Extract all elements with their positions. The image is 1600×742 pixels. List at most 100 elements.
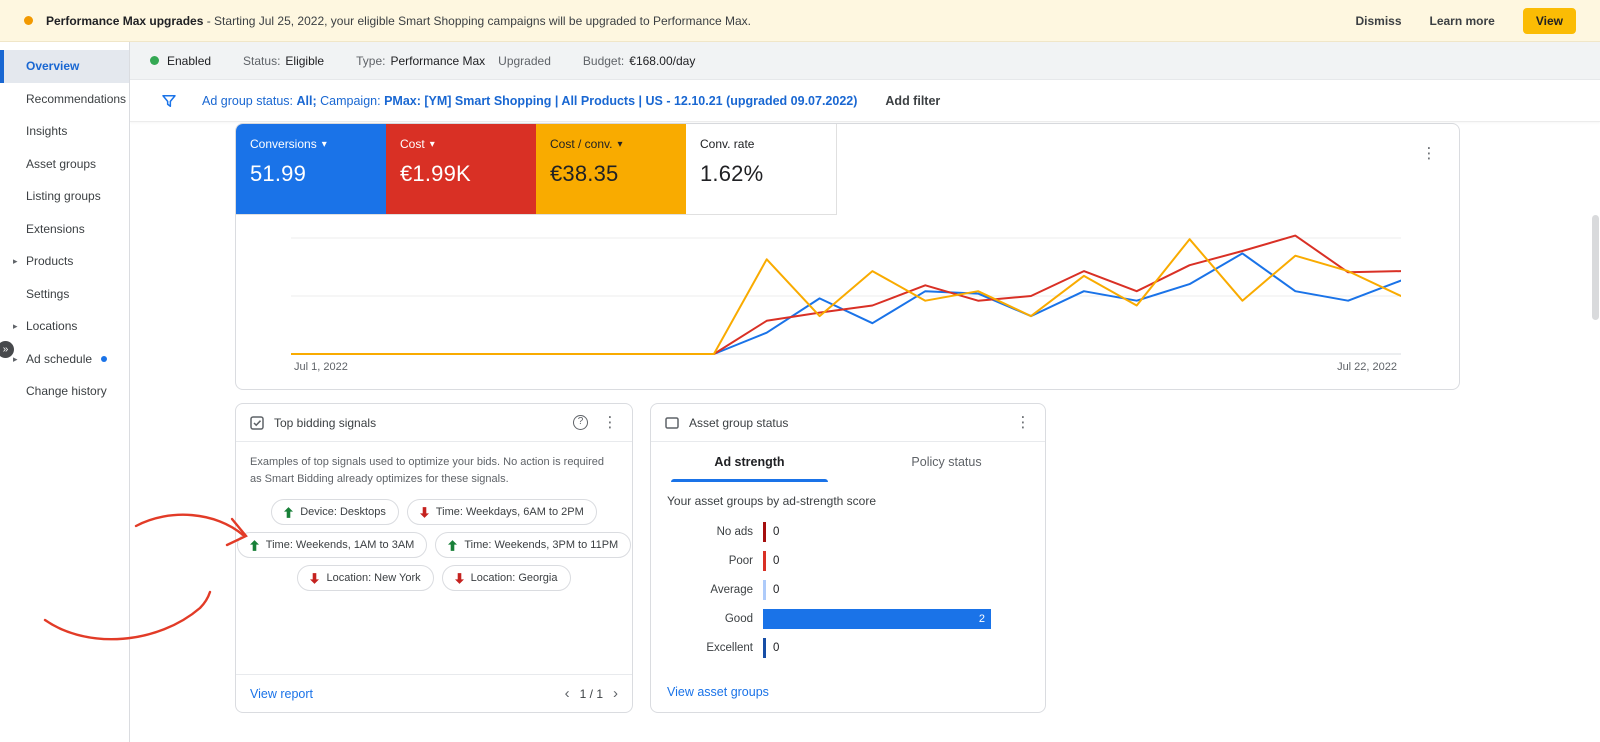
add-filter-button[interactable]: Add filter (885, 94, 940, 108)
metric-value: €1.99K (400, 161, 471, 186)
checkbox-icon (250, 415, 264, 430)
vertical-scrollbar[interactable] (1592, 215, 1599, 320)
notification-dot (101, 356, 108, 363)
expand-chevron-icon[interactable]: ▸ (13, 245, 18, 278)
banner-message: Performance Max upgrades - Starting Jul … (46, 14, 751, 28)
banner-text: - Starting Jul 25, 2022, your eligible S… (203, 13, 752, 28)
metric-tile-cost[interactable]: Cost ▾ €1.99K (386, 124, 536, 214)
strength-row-label: Average (710, 583, 753, 596)
strength-kebab-icon[interactable]: ⋮ (1015, 415, 1031, 430)
sidebar-item-label: Overview (26, 59, 80, 73)
sidebar-item-insights[interactable]: Insights (0, 115, 129, 148)
enabled-status-icon (150, 56, 159, 65)
metric-label: Conv. rate (700, 137, 755, 151)
signal-chip-label: Device: Desktops (300, 506, 386, 518)
applied-filter[interactable]: Ad group status: All; Campaign: PMax: [Y… (202, 94, 857, 108)
strength-value: 0 (773, 554, 780, 567)
filter-campaign-value: PMax: [YM] Smart Shopping | All Products… (384, 93, 858, 108)
strength-row-good: Good 2 (651, 604, 1045, 633)
sidebar-item-ad-schedule[interactable]: ▸ Ad schedule (0, 343, 129, 376)
strength-card-header: Asset group status ⋮ (651, 404, 1045, 442)
strength-subtitle: Your asset groups by ad-strength score (667, 494, 877, 508)
metric-tile-conversions[interactable]: Conversions ▾ 51.99 (236, 124, 386, 214)
status-label: Status: (243, 53, 281, 68)
tab-label: Policy status (911, 455, 982, 469)
signal-chip-label: Time: Weekdays, 6AM to 2PM (435, 506, 584, 518)
strength-bar (763, 521, 766, 542)
expand-chevron-icon[interactable]: ▸ (13, 310, 18, 343)
dismiss-button[interactable]: Dismiss (1355, 14, 1401, 28)
filter-campaign-label: Campaign: (320, 93, 381, 108)
view-asset-groups-link[interactable]: View asset groups (667, 685, 769, 699)
help-icon[interactable]: ? (573, 415, 588, 430)
series-cost-conv (291, 238, 1401, 355)
up-arrow-icon (284, 506, 294, 518)
metric-tile-conv-rate[interactable]: Conv. rate 1.62% (686, 124, 836, 214)
signal-chip: Time: Weekends, 3PM to 11PM (435, 532, 632, 558)
sidebar-item-label: Listing groups (26, 189, 101, 203)
sidebar-item-recommendations[interactable]: Recommendations (0, 83, 129, 116)
page-indicator: 1 / 1 (579, 686, 603, 701)
budget-label: Budget: (582, 53, 625, 68)
sidebar-item-label: Settings (26, 286, 70, 301)
tab-label: Ad strength (714, 455, 785, 469)
campaign-status-bar: Enabled Status: Eligible Type: Performan… (130, 42, 1600, 80)
signal-chip-label: Time: Weekends, 3PM to 11PM (464, 539, 619, 551)
signal-chip: Location: New York (297, 565, 434, 591)
next-page-icon[interactable]: › (613, 685, 618, 702)
chart-kebab-icon[interactable]: ⋮ (1421, 146, 1437, 161)
strength-value: 2 (978, 612, 985, 625)
strength-row-label: Excellent (706, 641, 753, 654)
sidebar-item-settings[interactable]: Settings (0, 278, 129, 311)
metric-strip: Conversions ▾ 51.99 Cost ▾ €1.99K Cost / conv.… (236, 124, 837, 215)
metric-tile-cost-conv[interactable]: Cost / conv. ▾ €38.35 (536, 124, 686, 214)
sidebar-item-extensions[interactable]: Extensions (0, 213, 129, 246)
filter-icon (162, 94, 176, 107)
dropdown-caret-icon[interactable]: ▾ (322, 139, 327, 150)
tab-ad-strength[interactable]: Ad strength (651, 442, 848, 482)
sidebar-item-overview[interactable]: Overview (0, 50, 129, 83)
prev-page-icon[interactable]: ‹ (565, 685, 570, 702)
sidebar-item-change-history[interactable]: Change history (0, 375, 129, 408)
budget-field: Budget: €168.00/day (583, 54, 695, 68)
strength-bar (763, 579, 766, 600)
signal-chip-label: Time: Weekends, 1AM to 3AM (265, 539, 415, 551)
up-arrow-icon (448, 539, 458, 551)
sidebar-item-label: Extensions (26, 221, 85, 236)
page: Performance Max upgrades - Starting Jul … (0, 0, 1600, 742)
type-upgraded-badge: Upgraded (498, 53, 551, 68)
type-value: Performance Max (390, 53, 486, 68)
type-field: Type: Performance Max Upgraded (356, 54, 551, 68)
filter-bar: Ad group status: All; Campaign: PMax: [Y… (130, 80, 1600, 122)
sidebar-item-asset-groups[interactable]: Asset groups (0, 148, 129, 181)
sidebar-item-label: Recommendations (26, 91, 127, 106)
down-arrow-icon (454, 572, 464, 584)
tab-policy-status[interactable]: Policy status (848, 442, 1045, 482)
performance-chart-card: Conversions ▾ 51.99 Cost ▾ €1.99K Cost / conv.… (235, 123, 1460, 390)
signals-chips: Device: Desktops Time: Weekdays, 6AM to 2… (236, 499, 632, 591)
strength-value: 0 (773, 641, 780, 654)
signal-chip-label: Location: New York (326, 572, 421, 584)
sidebar-item-listing-groups[interactable]: Listing groups (0, 180, 129, 213)
sidebar-item-locations[interactable]: ▸ Locations (0, 310, 129, 343)
top-bidding-signals-card: Top bidding signals ? ⋮ Examples of top … (235, 403, 633, 713)
filter-group-value: All; (296, 93, 317, 108)
signals-kebab-icon[interactable]: ⋮ (602, 415, 618, 430)
content-area: Conversions ▾ 51.99 Cost ▾ €1.99K Cost / conv.… (130, 122, 1600, 742)
sidebar-item-label: Ad schedule (26, 351, 93, 366)
view-report-link[interactable]: View report (250, 687, 313, 701)
learn-more-button[interactable]: Learn more (1430, 14, 1495, 28)
dropdown-caret-icon[interactable]: ▾ (617, 139, 622, 150)
view-button[interactable]: View (1522, 7, 1576, 34)
signal-chip: Time: Weekdays, 6AM to 2PM (406, 499, 597, 525)
sidebar-item-label: Change history (26, 384, 107, 398)
notification-banner: Performance Max upgrades - Starting Jul … (0, 0, 1600, 42)
sidebar-item-products[interactable]: ▸ Products (0, 245, 129, 278)
metric-label: Conversions (250, 137, 317, 151)
enabled-status[interactable]: Enabled (150, 54, 211, 68)
strength-bar (763, 550, 766, 571)
x-axis-start-label: Jul 1, 2022 (294, 361, 348, 373)
metric-value: 1.62% (700, 161, 764, 186)
strength-tabs: Ad strength Policy status (651, 442, 1045, 482)
dropdown-caret-icon[interactable]: ▾ (430, 139, 435, 150)
